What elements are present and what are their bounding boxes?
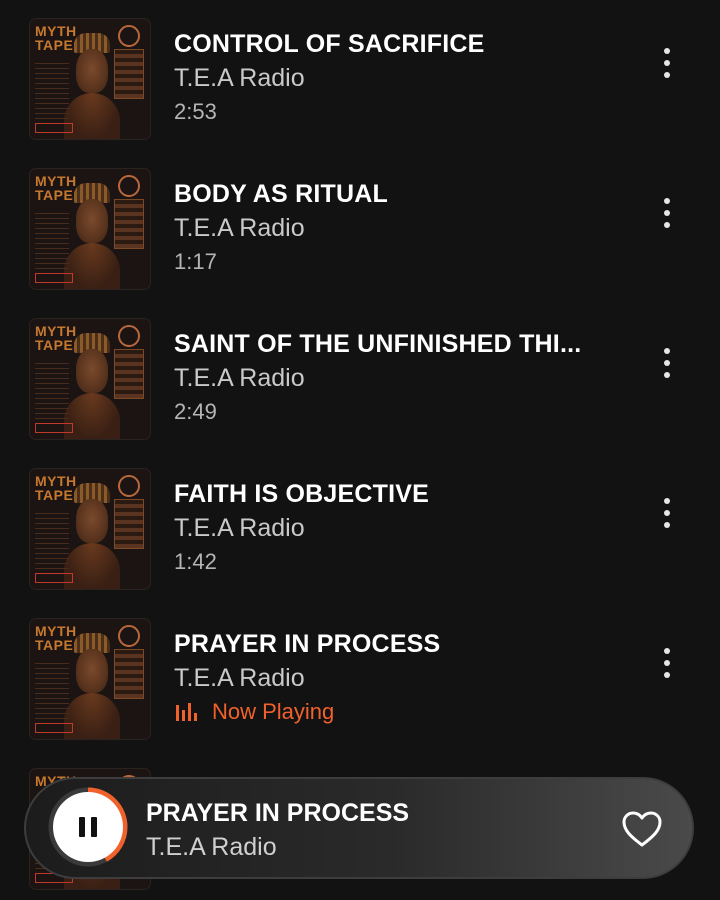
emblem-icon: [118, 175, 140, 197]
track-title: CONTROL OF SACRIFICE: [174, 30, 485, 58]
pause-icon: [79, 817, 85, 837]
track-artist: T.E.A Radio: [174, 214, 305, 242]
track-title: FAITH IS OBJECTIVE: [174, 480, 430, 508]
now-playing-status: Now Playing: [176, 699, 334, 725]
more-options-icon[interactable]: [652, 648, 682, 678]
track-title: SAINT OF THE UNFINISHED THI...: [174, 330, 582, 358]
equalizer-icon: [176, 703, 200, 721]
now-playing-label: Now Playing: [212, 699, 335, 724]
player-track-title: PRAYER IN PROCESS: [146, 799, 410, 827]
track-artist: T.E.A Radio: [174, 514, 305, 542]
mini-player[interactable]: PRAYER IN PROCESS T.E.A Radio: [24, 777, 694, 879]
track-row[interactable]: MYTH TAPES CONTROL OF SACRIFICE T.E.A Ra…: [0, 0, 720, 150]
more-options-icon[interactable]: [652, 498, 682, 528]
track-artist: T.E.A Radio: [174, 664, 305, 692]
album-art: MYTH TAPES: [30, 319, 150, 439]
track-title: BODY AS RITUAL: [174, 180, 388, 208]
track-duration: 1:42: [174, 549, 217, 574]
more-options-icon[interactable]: [652, 198, 682, 228]
track-row[interactable]: MYTH TAPES BODY AS RITUAL T.E.A Radio 1:…: [0, 150, 720, 300]
track-row[interactable]: MYTH TAPES FAITH IS OBJECTIVE T.E.A Radi…: [0, 450, 720, 600]
emblem-icon: [118, 475, 140, 497]
track-duration: 1:17: [174, 249, 217, 274]
heart-icon[interactable]: [620, 809, 664, 849]
track-artist: T.E.A Radio: [174, 364, 305, 392]
pause-button[interactable]: [53, 792, 123, 862]
track-artist: T.E.A Radio: [174, 64, 305, 92]
emblem-icon: [118, 325, 140, 347]
track-duration: 2:49: [174, 399, 217, 424]
more-options-icon[interactable]: [652, 348, 682, 378]
album-art: MYTH TAPES: [30, 619, 150, 739]
emblem-icon: [118, 25, 140, 47]
emblem-icon: [118, 625, 140, 647]
album-art: MYTH TAPES: [30, 169, 150, 289]
track-row-now-playing[interactable]: MYTH TAPES PRAYER IN PROCESS T.E.A Radio…: [0, 600, 720, 750]
track-row[interactable]: MYTH TAPES SAINT OF THE UNFINISHED THI..…: [0, 300, 720, 450]
track-duration: 2:53: [174, 99, 217, 124]
more-options-icon[interactable]: [652, 48, 682, 78]
album-art: MYTH TAPES: [30, 19, 150, 139]
track-title: PRAYER IN PROCESS: [174, 630, 441, 658]
album-art: MYTH TAPES: [30, 469, 150, 589]
player-track-artist: T.E.A Radio: [146, 833, 277, 861]
